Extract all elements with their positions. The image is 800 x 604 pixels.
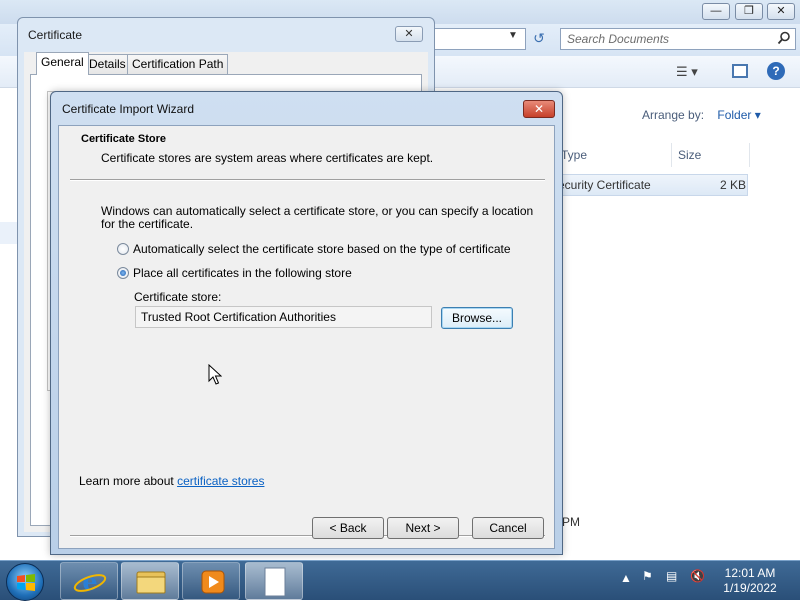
internet-explorer-icon: e — [73, 567, 107, 596]
tab-certification-path[interactable]: Certification Path — [127, 54, 229, 74]
option-manual-label: Place all certificates in the following … — [133, 266, 352, 280]
navigation-pane-item[interactable] — [0, 222, 18, 244]
taskbar-notepad[interactable] — [245, 562, 303, 600]
clock-date: 1/19/2022 — [723, 581, 777, 595]
learn-more-prefix: Learn more about — [79, 474, 174, 488]
arrange-by: Arrange by: Folder ▾ — [642, 108, 761, 122]
option-place-in-store[interactable]: Place all certificates in the following … — [117, 266, 352, 280]
back-button[interactable]: < Back — [312, 517, 384, 539]
cancel-button[interactable]: Cancel — [472, 517, 544, 539]
option-auto-select[interactable]: Automatically select the certificate sto… — [117, 242, 511, 256]
wizard-header: Certificate Store Certificate stores are… — [59, 126, 554, 178]
taskbar-internet-explorer[interactable]: e — [60, 562, 118, 600]
file-size: 2 KB — [720, 178, 747, 192]
media-player-icon — [201, 570, 225, 594]
tab-general[interactable]: General — [36, 52, 89, 75]
file-type: ecurity Certificate — [558, 178, 651, 192]
certificate-store-field[interactable]: Trusted Root Certification Authorities — [135, 306, 432, 328]
learn-more: Learn more about certificate stores — [79, 474, 264, 488]
action-center-flag-icon[interactable]: ⚑ — [642, 569, 653, 583]
certificate-stores-link[interactable]: certificate stores — [177, 474, 264, 488]
column-size-label: Size — [678, 148, 702, 162]
certificate-close-button[interactable]: ✕ — [395, 26, 423, 42]
minimize-button[interactable]: — — [702, 3, 730, 20]
certificate-store-label: Certificate store: — [134, 290, 222, 304]
wizard-subheading: Certificate stores are system areas wher… — [101, 151, 434, 165]
next-button[interactable]: Next > — [387, 517, 459, 539]
arrange-dropdown[interactable]: Folder ▾ — [717, 108, 760, 122]
details-pane-text: PM — [562, 515, 580, 529]
radio-auto[interactable] — [117, 243, 129, 255]
close-button[interactable]: ✕ — [767, 3, 795, 20]
wizard-title: Certificate Import Wizard — [62, 102, 195, 116]
next-label: Next > — [405, 521, 441, 535]
tab-details[interactable]: Details — [84, 54, 131, 74]
tab-general-label: General — [41, 55, 84, 69]
option-auto-label: Automatically select the certificate sto… — [133, 242, 511, 256]
search-icon[interactable] — [777, 31, 791, 45]
address-dropdown-icon[interactable]: ▼ — [508, 30, 518, 41]
arrange-label: Arrange by: — [642, 108, 705, 122]
radio-manual[interactable] — [117, 267, 129, 279]
taskbar: e ▲ ⚑ ▤ 🔇 12:01 AM 1/19/2022 — [0, 560, 800, 601]
refresh-icon[interactable]: ↺ — [528, 28, 550, 50]
search-placeholder: Search Documents — [567, 32, 670, 46]
wizard-description: Windows can automatically select a certi… — [101, 204, 534, 231]
volume-muted-icon[interactable]: 🔇 — [690, 569, 705, 583]
wizard-body: Certificate Store Certificate stores are… — [58, 125, 555, 549]
show-hidden-icons-icon[interactable]: ▲ — [620, 571, 632, 585]
preview-pane-icon[interactable] — [732, 64, 748, 78]
certificate-window-title: Certificate — [28, 28, 83, 42]
column-type[interactable]: Type — [555, 143, 672, 167]
network-icon[interactable]: ▤ — [666, 569, 677, 583]
folder-icon — [136, 571, 166, 594]
tab-certification-path-label: Certification Path — [132, 57, 224, 71]
header-divider — [70, 179, 545, 181]
change-view-icon[interactable]: ☰ ▾ — [676, 64, 698, 80]
system-clock[interactable]: 12:01 AM 1/19/2022 — [712, 566, 788, 596]
wizard-heading: Certificate Store — [81, 133, 166, 145]
file-row[interactable]: ecurity Certificate 2 KB — [555, 174, 748, 196]
column-size[interactable]: Size — [672, 143, 750, 167]
maximize-button[interactable]: ❐ — [735, 3, 763, 20]
browse-label: Browse... — [451, 311, 502, 325]
clock-time: 12:01 AM — [724, 566, 776, 580]
taskbar-windows-explorer[interactable] — [121, 562, 179, 600]
help-icon[interactable]: ? — [767, 62, 785, 80]
browse-button[interactable]: Browse... — [441, 307, 513, 329]
search-input[interactable]: Search Documents — [560, 28, 796, 50]
import-wizard-dialog: Certificate Import Wizard ✕ Certificate … — [50, 91, 563, 555]
column-type-label: Type — [561, 148, 588, 162]
document-icon — [264, 567, 286, 597]
mouse-cursor-icon — [208, 364, 222, 385]
wizard-close-button[interactable]: ✕ — [523, 100, 555, 118]
arrange-value: Folder — [717, 108, 752, 122]
start-button[interactable] — [6, 563, 44, 601]
cancel-label: Cancel — [489, 521, 527, 535]
tab-details-label: Details — [89, 57, 126, 71]
taskbar-media-player[interactable] — [182, 562, 240, 600]
svg-text:e: e — [82, 567, 97, 596]
back-label: < Back — [329, 521, 367, 535]
certificate-store-value: Trusted Root Certification Authorities — [141, 310, 336, 324]
windows-logo-icon — [17, 574, 35, 591]
